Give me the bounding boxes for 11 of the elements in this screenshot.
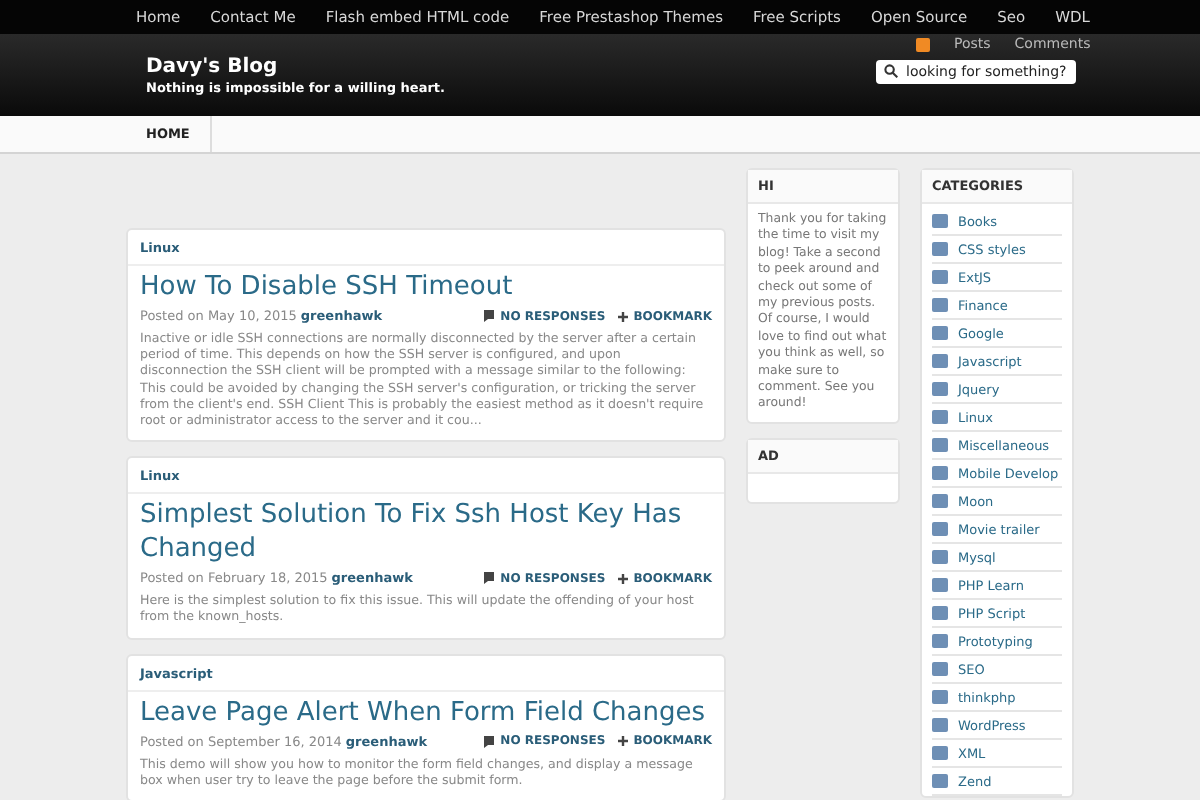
post-title[interactable]: How To Disable SSH Timeout — [128, 266, 724, 306]
post-title[interactable]: Simplest Solution To Fix Ssh Host Key Has Changed — [128, 494, 724, 569]
post-title[interactable]: Leave Page Alert When Form Field Changes — [128, 691, 724, 732]
search-icon — [884, 64, 898, 78]
plus-icon — [617, 736, 628, 747]
plus-icon — [617, 573, 628, 584]
plus-icon — [617, 311, 628, 321]
blog-title[interactable]: Davy's Blog — [146, 55, 445, 77]
comment-icon — [484, 572, 495, 585]
comment-icon — [484, 310, 495, 322]
comment-icon — [484, 735, 495, 748]
